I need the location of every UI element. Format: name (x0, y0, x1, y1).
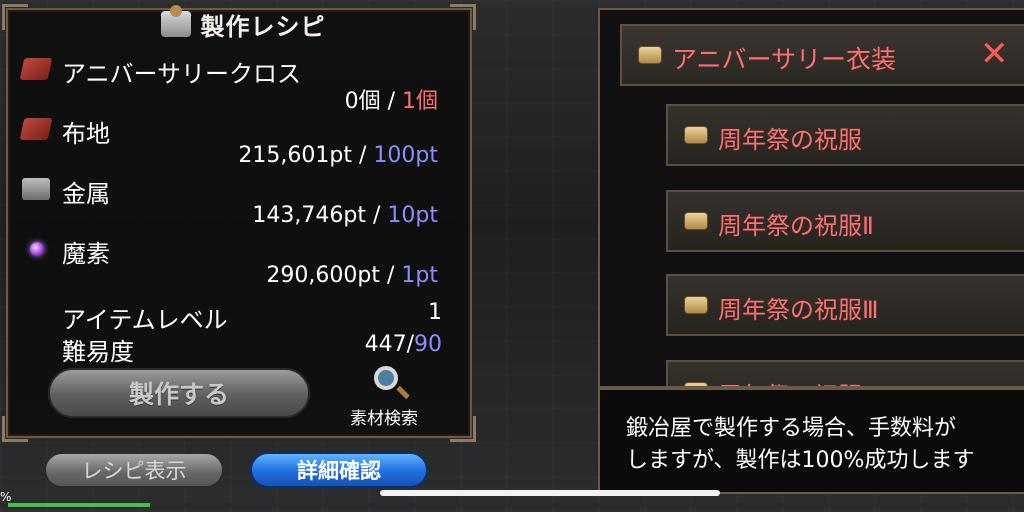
amount-separator: / (380, 263, 402, 288)
recipe-header: 製作レシピ (118, 2, 368, 46)
material-need: 100pt (373, 143, 438, 168)
scroll-icon (638, 46, 662, 64)
home-indicator[interactable] (380, 490, 720, 496)
amount-separator: / (380, 89, 402, 114)
material-amount: 215,601pt / 100pt (238, 143, 438, 168)
difficulty-separator: / (406, 332, 414, 357)
material-need: 10pt (387, 203, 438, 228)
material-row: 魔素 290,600pt / 1pt (22, 234, 462, 292)
list-item[interactable]: 周年祭の祝服 (666, 104, 1024, 166)
material-name: 布地 (62, 120, 110, 148)
message-box: 鍛冶屋で製作する場合、手数料が しますが、製作は100%成功します (598, 388, 1024, 494)
material-search-button[interactable]: 素材検索 (348, 364, 438, 429)
craft-button[interactable]: 製作する (48, 368, 310, 418)
recipe-view-button[interactable]: レシピ表示 (44, 452, 224, 488)
progress-track (0, 503, 1024, 507)
material-amount: 0個 / 1個 (345, 83, 438, 115)
category-title: アニバーサリー衣装 (672, 45, 897, 74)
recipe-panel: 製作レシピ アニバーサリークロス 0個 / 1個 布地 215,601pt / … (2, 4, 476, 442)
difficulty-value: 447/90 (365, 332, 442, 357)
progress-label: % (0, 490, 12, 504)
material-amount: 143,746pt / 10pt (252, 203, 438, 228)
material-row: 布地 215,601pt / 100pt (19, 114, 462, 172)
difficulty-current: 447 (364, 332, 407, 357)
list-item-label: 周年祭の祝服Ⅲ (718, 296, 879, 324)
metal-icon (22, 178, 50, 200)
anvil-icon (160, 5, 191, 37)
material-search-label: 素材検索 (350, 409, 418, 429)
ornament-corner (2, 416, 28, 442)
ornament-corner (450, 4, 476, 30)
list-item[interactable]: 周年祭の祝服Ⅱ (666, 190, 1024, 252)
list-item-label: 周年祭の祝服Ⅱ (718, 212, 874, 240)
scroll-icon (684, 212, 708, 230)
cloth-icon (19, 118, 53, 140)
progress-fill (8, 503, 150, 507)
message-line: 鍛冶屋で製作する場合、手数料が (626, 416, 957, 441)
material-have: 0個 (344, 89, 381, 114)
material-row: 金属 143,746pt / 10pt (22, 174, 462, 232)
material-need: 1個 (402, 89, 438, 114)
item-level-value: 1 (428, 300, 442, 325)
list-item[interactable]: 周年祭の祝服Ⅳ (666, 360, 1024, 386)
category-header[interactable]: アニバーサリー衣装 ✕ (620, 24, 1024, 86)
scroll-icon (684, 126, 708, 144)
detail-confirm-button[interactable]: 詳細確認 (250, 452, 428, 488)
material-name: 魔素 (62, 240, 110, 268)
magnifier-icon (374, 366, 398, 390)
scroll-icon (684, 296, 708, 314)
amount-separator: / (366, 203, 388, 228)
material-need: 1pt (401, 263, 438, 288)
item-level-label: アイテムレベル (62, 306, 228, 334)
list-item[interactable]: 周年祭の祝服Ⅲ (666, 274, 1024, 336)
material-amount: 290,600pt / 1pt (266, 263, 438, 288)
item-level-row: アイテムレベル 1 (62, 300, 442, 334)
cloth-icon (19, 58, 53, 80)
recipe-title: 製作レシピ (200, 12, 326, 41)
difficulty-max: 90 (414, 332, 442, 357)
material-have: 215,601pt (238, 143, 352, 168)
recipe-list-panel: アニバーサリー衣装 ✕ 周年祭の祝服 周年祭の祝服Ⅱ 周年祭の祝服Ⅲ 周年祭の祝… (598, 8, 1024, 388)
amount-separator: / (352, 143, 374, 168)
material-name: 金属 (62, 180, 110, 208)
material-have: 143,746pt (252, 203, 366, 228)
ornament-corner (450, 416, 476, 442)
difficulty-label: 難易度 (62, 338, 134, 366)
material-name: アニバーサリークロス (62, 60, 302, 88)
list-item-label: 周年祭の祝服Ⅳ (718, 376, 884, 386)
close-icon[interactable]: ✕ (980, 34, 1009, 74)
ornament-corner (2, 4, 28, 30)
material-row: アニバーサリークロス 0個 / 1個 (19, 54, 462, 115)
list-item-label: 周年祭の祝服 (718, 126, 862, 154)
difficulty-row: 難易度 447/90 (62, 332, 442, 366)
material-have: 290,600pt (266, 263, 380, 288)
magic-orb-icon (30, 242, 44, 256)
magnifier-handle (396, 385, 410, 400)
message-line: しますが、製作は100%成功します (626, 448, 975, 473)
